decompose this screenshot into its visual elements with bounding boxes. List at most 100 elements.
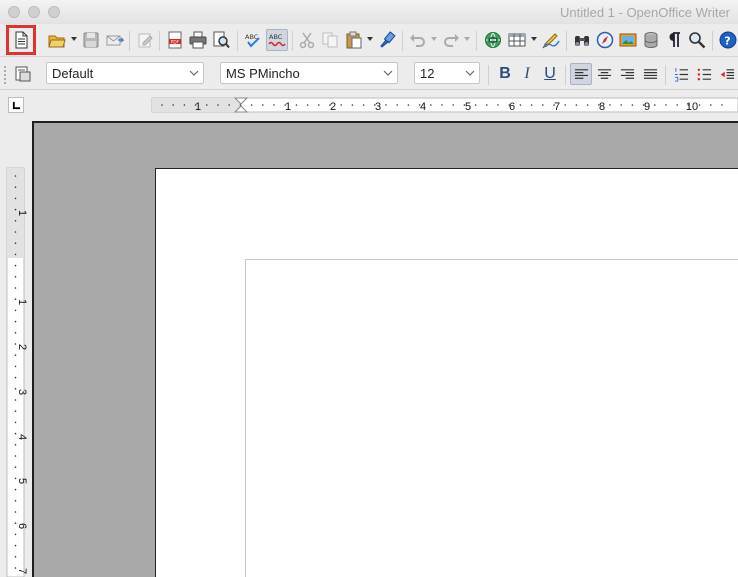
- align-left-icon: [574, 68, 588, 79]
- h-ruler-tick: [318, 104, 320, 106]
- h-ruler-tick: [486, 104, 488, 106]
- open-icon[interactable]: [46, 29, 68, 51]
- v-ruler-mark-2: 2: [16, 344, 28, 350]
- paste-dropdown-icon[interactable]: [367, 37, 373, 41]
- paragraph-style-combo[interactable]: Default: [46, 62, 204, 84]
- copy-icon[interactable]: [319, 29, 341, 51]
- v-ruler-tick: [14, 264, 17, 267]
- numbering-icon: [674, 67, 688, 82]
- find-replace-icon[interactable]: [571, 29, 593, 51]
- autospellcheck-icon[interactable]: ABC: [266, 29, 288, 51]
- h-ruler-tick: [575, 104, 578, 106]
- italic-button[interactable]: I: [516, 63, 538, 85]
- v-ruler-tick: [14, 276, 17, 278]
- spellcheck-icon[interactable]: ABC: [242, 29, 264, 51]
- v-ruler-tick: [14, 455, 17, 457]
- v-ruler-tick: [14, 320, 17, 323]
- zoom-icon[interactable]: [686, 29, 708, 51]
- draw-functions-icon[interactable]: [540, 29, 562, 51]
- h-ruler-mark-5: 5: [465, 101, 471, 113]
- h-ruler-tick: [441, 104, 443, 106]
- v-ruler-tick: [14, 186, 17, 188]
- document-page[interactable]: [155, 168, 738, 577]
- align-left-button[interactable]: [570, 63, 592, 85]
- close-window-button[interactable]: [8, 6, 20, 18]
- align-right-icon: [620, 68, 634, 79]
- h-ruler-tick: [273, 104, 275, 106]
- text-area[interactable]: [245, 259, 738, 577]
- h-ruler-mark-0: 1: [195, 101, 201, 113]
- styles-formatting-icon[interactable]: [12, 63, 34, 85]
- h-ruler-tick: [161, 104, 163, 106]
- zoom-window-button[interactable]: [48, 6, 60, 18]
- new-document-icon[interactable]: [6, 25, 36, 55]
- h-ruler-mark-7: 7: [554, 101, 560, 113]
- open-dropdown-icon[interactable]: [71, 37, 77, 41]
- svg-text:?: ?: [724, 34, 730, 47]
- clone-formatting-icon[interactable]: [376, 29, 398, 51]
- v-ruler-mark-1: 1: [16, 299, 28, 305]
- h-ruler-tick: [430, 104, 432, 106]
- v-ruler-mark-6: 6: [16, 523, 28, 529]
- redo-icon[interactable]: [440, 29, 462, 51]
- h-ruler-tick: [609, 104, 611, 106]
- navigator-icon[interactable]: [594, 29, 616, 51]
- font-size-chevron-down-icon[interactable]: [465, 68, 475, 78]
- font-name-chevron-down-icon[interactable]: [383, 68, 393, 78]
- table-icon[interactable]: [506, 29, 528, 51]
- paragraph-style-chevron-down-icon[interactable]: [189, 68, 199, 78]
- font-name-combo[interactable]: MS PMincho: [220, 62, 398, 84]
- font-size-value: 12: [420, 65, 435, 81]
- decrease-indent-button[interactable]: [716, 63, 738, 85]
- gallery-icon[interactable]: [617, 29, 639, 51]
- horizontal-ruler[interactable]: 1 1 2 3 4 5 6 7 8 9 10: [32, 91, 738, 120]
- font-size-combo[interactable]: 12: [414, 62, 480, 84]
- vertical-ruler[interactable]: 1 1 2 3 4 5 6 7: [0, 120, 32, 577]
- cut-icon[interactable]: [296, 29, 318, 51]
- h-ruler-mark-2: 2: [330, 101, 336, 113]
- h-ruler-tick: [452, 104, 455, 106]
- v-ruler-tick: [14, 231, 17, 233]
- align-right-button[interactable]: [616, 63, 638, 85]
- h-ruler-tick: [217, 104, 219, 106]
- undo-icon[interactable]: [407, 29, 429, 51]
- paste-icon[interactable]: [343, 29, 365, 51]
- h-ruler-tick: [665, 104, 667, 106]
- export-pdf-icon[interactable]: PDF: [164, 29, 186, 51]
- svg-text:PDF: PDF: [171, 39, 180, 45]
- h-ruler-tick: [497, 104, 499, 106]
- formatting-marks-icon[interactable]: [663, 29, 685, 51]
- v-ruler-mark-0: 1: [16, 210, 28, 216]
- v-ruler-tick: [14, 556, 17, 558]
- h-ruler-mark-9: 9: [644, 101, 650, 113]
- table-dropdown-icon[interactable]: [531, 37, 537, 41]
- v-ruler-tick: [14, 544, 17, 547]
- v-ruler-tick: [14, 175, 17, 177]
- hyperlink-icon[interactable]: [482, 29, 504, 51]
- numbering-button[interactable]: [670, 63, 692, 85]
- data-sources-icon[interactable]: [640, 29, 662, 51]
- align-center-button[interactable]: [593, 63, 615, 85]
- justify-button[interactable]: [639, 63, 661, 85]
- tab-stop-type-button[interactable]: [8, 97, 24, 113]
- minimize-window-button[interactable]: [28, 6, 40, 18]
- bold-button[interactable]: B: [494, 63, 516, 85]
- h-ruler-tick: [295, 104, 298, 106]
- edit-file-icon[interactable]: [134, 29, 156, 51]
- h-ruler-tick: [620, 104, 622, 106]
- underline-button[interactable]: U: [539, 63, 561, 85]
- redo-dropdown-icon[interactable]: [464, 37, 470, 41]
- save-icon[interactable]: [80, 29, 102, 51]
- bullets-button[interactable]: [693, 63, 715, 85]
- h-ruler-tick: [676, 104, 678, 106]
- h-ruler-tick: [206, 104, 208, 106]
- h-ruler-tick: [721, 104, 723, 106]
- help-icon[interactable]: ?: [717, 29, 738, 51]
- print-preview-icon[interactable]: [210, 29, 232, 51]
- undo-dropdown-icon[interactable]: [431, 37, 437, 41]
- h-ruler-tick: [183, 104, 186, 106]
- toolbar-grip[interactable]: [4, 66, 6, 84]
- print-icon[interactable]: [187, 29, 209, 51]
- email-icon[interactable]: [104, 29, 126, 51]
- h-ruler-tick: [698, 104, 701, 106]
